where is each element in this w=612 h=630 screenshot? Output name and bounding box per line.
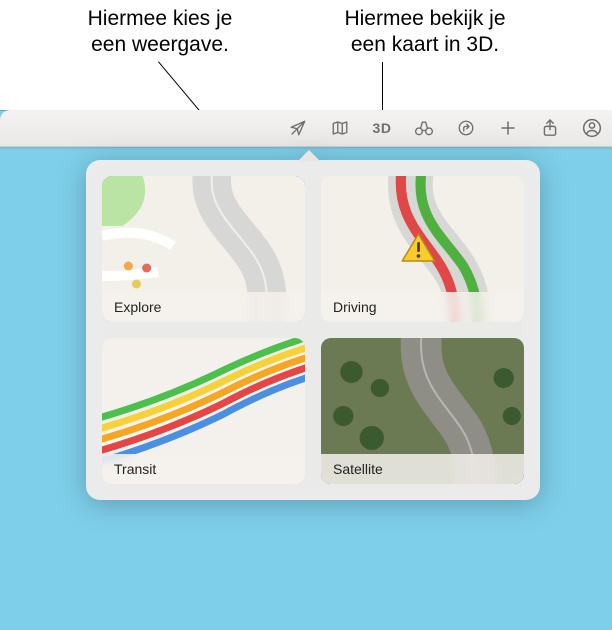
plus-icon[interactable] [498,118,518,138]
callout-line-1: Hiermee kies je [88,7,233,30]
tile-label: Explore [102,292,305,322]
app-window: 3D [0,110,612,630]
location-off-icon[interactable] [288,118,308,138]
callout-3d: Hiermee bekijk je een kaart in 3D. [320,6,530,59]
account-icon[interactable] [582,118,602,138]
callout-line-2: een weergave. [91,33,229,56]
share-icon[interactable] [540,118,560,138]
map-mode-icon[interactable] [330,118,350,138]
directions-icon[interactable] [456,118,476,138]
popover-arrow [297,150,321,162]
callout-choose-view: Hiermee kies je een weergave. [60,6,260,59]
map-mode-popover: Explore Driving [86,160,540,500]
callout-line-1: Hiermee bekijk je [344,7,505,30]
map-mode-tile-explore[interactable]: Explore [102,176,305,322]
map-mode-tile-driving[interactable]: Driving [321,176,524,322]
map-mode-tile-satellite[interactable]: Satellite [321,338,524,484]
map-mode-tile-transit[interactable]: Transit [102,338,305,484]
tile-label: Driving [321,292,524,322]
binoculars-icon[interactable] [414,118,434,138]
tile-label: Transit [102,454,305,484]
toolbar: 3D [0,110,612,147]
3d-button[interactable]: 3D [372,118,392,138]
popover-body: Explore Driving [86,160,540,500]
callout-line-2: een kaart in 3D. [351,33,499,56]
tile-label: Satellite [321,454,524,484]
annotation-callouts: Hiermee kies je een weergave. Hiermee be… [0,0,612,110]
